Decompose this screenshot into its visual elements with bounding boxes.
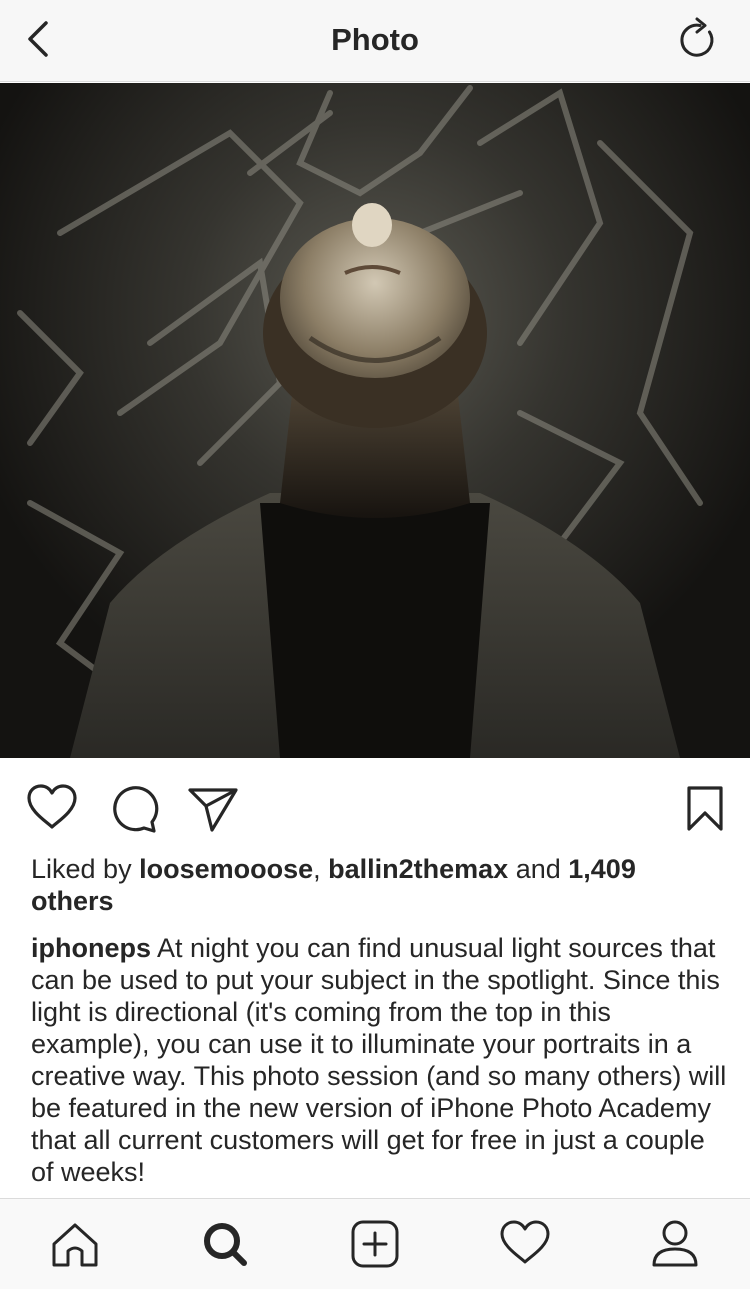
refresh-icon [680, 17, 714, 57]
likes-separator: , [313, 854, 329, 884]
comment-icon [113, 786, 159, 833]
likes-prefix: Liked by [31, 854, 140, 884]
comment-button[interactable] [106, 782, 160, 836]
refresh-button[interactable] [676, 16, 720, 62]
bottom-tab-bar [0, 1198, 750, 1289]
user-icon [652, 1220, 698, 1267]
portrait-image [0, 83, 750, 758]
send-icon [188, 788, 238, 832]
top-navbar: Photo [0, 0, 750, 82]
home-icon [52, 1223, 98, 1267]
save-button[interactable] [678, 782, 732, 836]
plus-square-icon [351, 1220, 399, 1268]
search-icon [204, 1223, 247, 1266]
tab-profile[interactable] [648, 1217, 702, 1271]
likes-count[interactable]: 1,409 [568, 854, 636, 884]
heart-icon [27, 784, 77, 829]
tab-home[interactable] [48, 1217, 102, 1271]
like-button[interactable] [25, 782, 79, 836]
page-title: Photo [331, 22, 419, 57]
caption-text: At night you can find unusual light sour… [31, 933, 727, 1187]
tab-activity[interactable] [498, 1217, 552, 1271]
tab-new-post[interactable] [348, 1217, 402, 1271]
post-photo[interactable] [0, 83, 750, 758]
liker-username[interactable]: loosemooose [139, 854, 313, 884]
likes-others[interactable]: others [31, 886, 114, 916]
likes-summary: Liked by loosemooose, ballin2themax and … [31, 853, 721, 917]
bookmark-icon [687, 786, 723, 831]
liker-username[interactable]: ballin2themax [328, 854, 508, 884]
post-action-bar [0, 760, 750, 855]
tab-search[interactable] [198, 1217, 252, 1271]
share-button[interactable] [186, 782, 240, 836]
heart-icon [500, 1220, 550, 1264]
caption-username[interactable]: iphoneps [31, 933, 151, 963]
post-caption: iphoneps At night you can find unusual l… [31, 932, 731, 1188]
likes-conjunction: and [508, 854, 569, 884]
